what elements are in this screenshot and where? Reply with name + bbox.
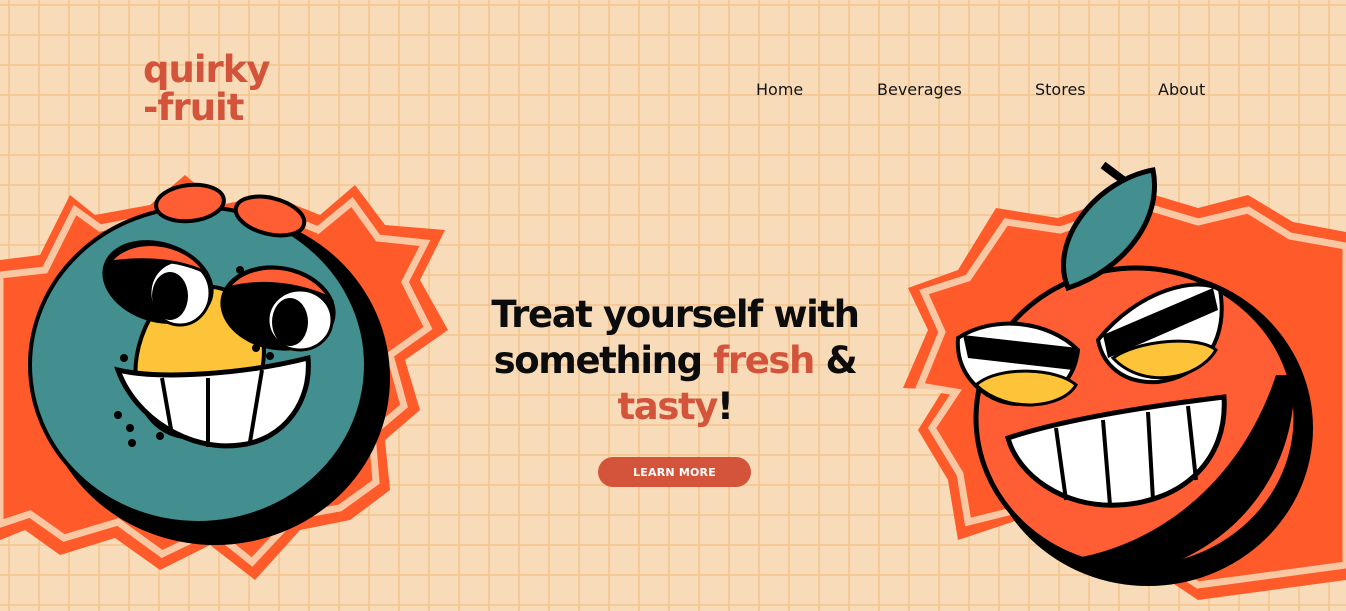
nav-link-home[interactable]: Home [756, 80, 803, 99]
learn-more-button[interactable]: LEARN MORE [598, 457, 751, 487]
hero-heading-part4: ! [717, 385, 734, 428]
hero-heading-accent-fresh: fresh [713, 339, 815, 382]
hero-heading-part2: something [493, 339, 703, 382]
hero-heading-part3: & [825, 339, 857, 382]
hero-heading: Treat yourself with something fresh & ta… [440, 292, 910, 430]
nav-link-about[interactable]: About [1158, 80, 1205, 99]
brand-logo[interactable]: quirky -fruit [143, 48, 270, 129]
teal-blueberry-mascot-illustration [0, 175, 448, 580]
hero-heading-part1: Treat yourself with [491, 293, 860, 336]
orange-fruit-mascot-illustration [903, 161, 1346, 600]
brand-logo-line2: -fruit [143, 86, 244, 129]
nav-link-stores[interactable]: Stores [1035, 80, 1086, 99]
brand-logo-line1: quirky [143, 48, 270, 91]
nav-link-beverages[interactable]: Beverages [877, 80, 962, 99]
main-nav: Home Beverages Stores About [740, 80, 1220, 102]
hero-heading-accent-tasty: tasty [617, 385, 719, 428]
